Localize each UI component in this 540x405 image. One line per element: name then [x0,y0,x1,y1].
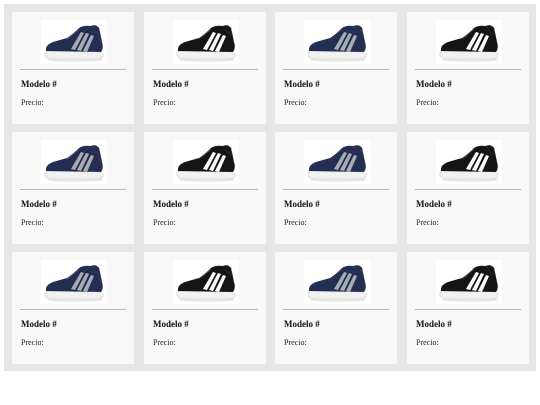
product-image[interactable] [304,140,370,184]
divider [415,69,521,70]
product-price: Precio: [416,218,439,227]
product-card[interactable]: Modelo # Precio: [144,252,266,364]
divider [152,189,258,190]
product-image[interactable] [173,140,239,184]
product-price: Precio: [21,218,44,227]
product-card[interactable]: Modelo # Precio: [144,12,266,124]
product-model: Modelo # [416,199,452,209]
product-card[interactable]: Modelo # Precio: [275,132,397,244]
product-image[interactable] [41,20,107,64]
product-card[interactable]: Modelo # Precio: [275,12,397,124]
product-image[interactable] [173,260,239,304]
product-price: Precio: [21,98,44,107]
product-image[interactable] [173,20,239,64]
product-model: Modelo # [416,319,452,329]
product-price: Precio: [21,338,44,347]
divider [283,189,389,190]
product-model: Modelo # [153,199,189,209]
divider [283,309,389,310]
product-image[interactable] [436,20,502,64]
divider [152,69,258,70]
divider [152,309,258,310]
product-price: Precio: [416,98,439,107]
product-image[interactable] [436,260,502,304]
product-image[interactable] [41,260,107,304]
product-model: Modelo # [284,79,320,89]
product-model: Modelo # [153,79,189,89]
product-card[interactable]: Modelo # Precio: [407,252,529,364]
divider [415,309,521,310]
product-model: Modelo # [284,199,320,209]
product-card[interactable]: Modelo # Precio: [407,132,529,244]
product-price: Precio: [153,98,176,107]
product-price: Precio: [284,338,307,347]
divider [20,69,126,70]
product-price: Precio: [153,338,176,347]
product-price: Precio: [416,338,439,347]
product-image[interactable] [41,140,107,184]
product-image[interactable] [304,20,370,64]
divider [415,189,521,190]
product-card[interactable]: Modelo # Precio: [144,132,266,244]
product-model: Modelo # [21,199,57,209]
divider [283,69,389,70]
product-price: Precio: [284,218,307,227]
product-model: Modelo # [416,79,452,89]
divider [20,189,126,190]
product-card[interactable]: Modelo # Precio: [407,12,529,124]
product-image[interactable] [436,140,502,184]
product-card[interactable]: Modelo # Precio: [12,12,134,124]
product-card[interactable]: Modelo # Precio: [12,252,134,364]
product-card[interactable]: Modelo # Precio: [275,252,397,364]
product-price: Precio: [153,218,176,227]
product-model: Modelo # [284,319,320,329]
product-price: Precio: [284,98,307,107]
divider [20,309,126,310]
product-model: Modelo # [153,319,189,329]
product-card[interactable]: Modelo # Precio: [12,132,134,244]
product-image[interactable] [304,260,370,304]
product-model: Modelo # [21,319,57,329]
product-model: Modelo # [21,79,57,89]
